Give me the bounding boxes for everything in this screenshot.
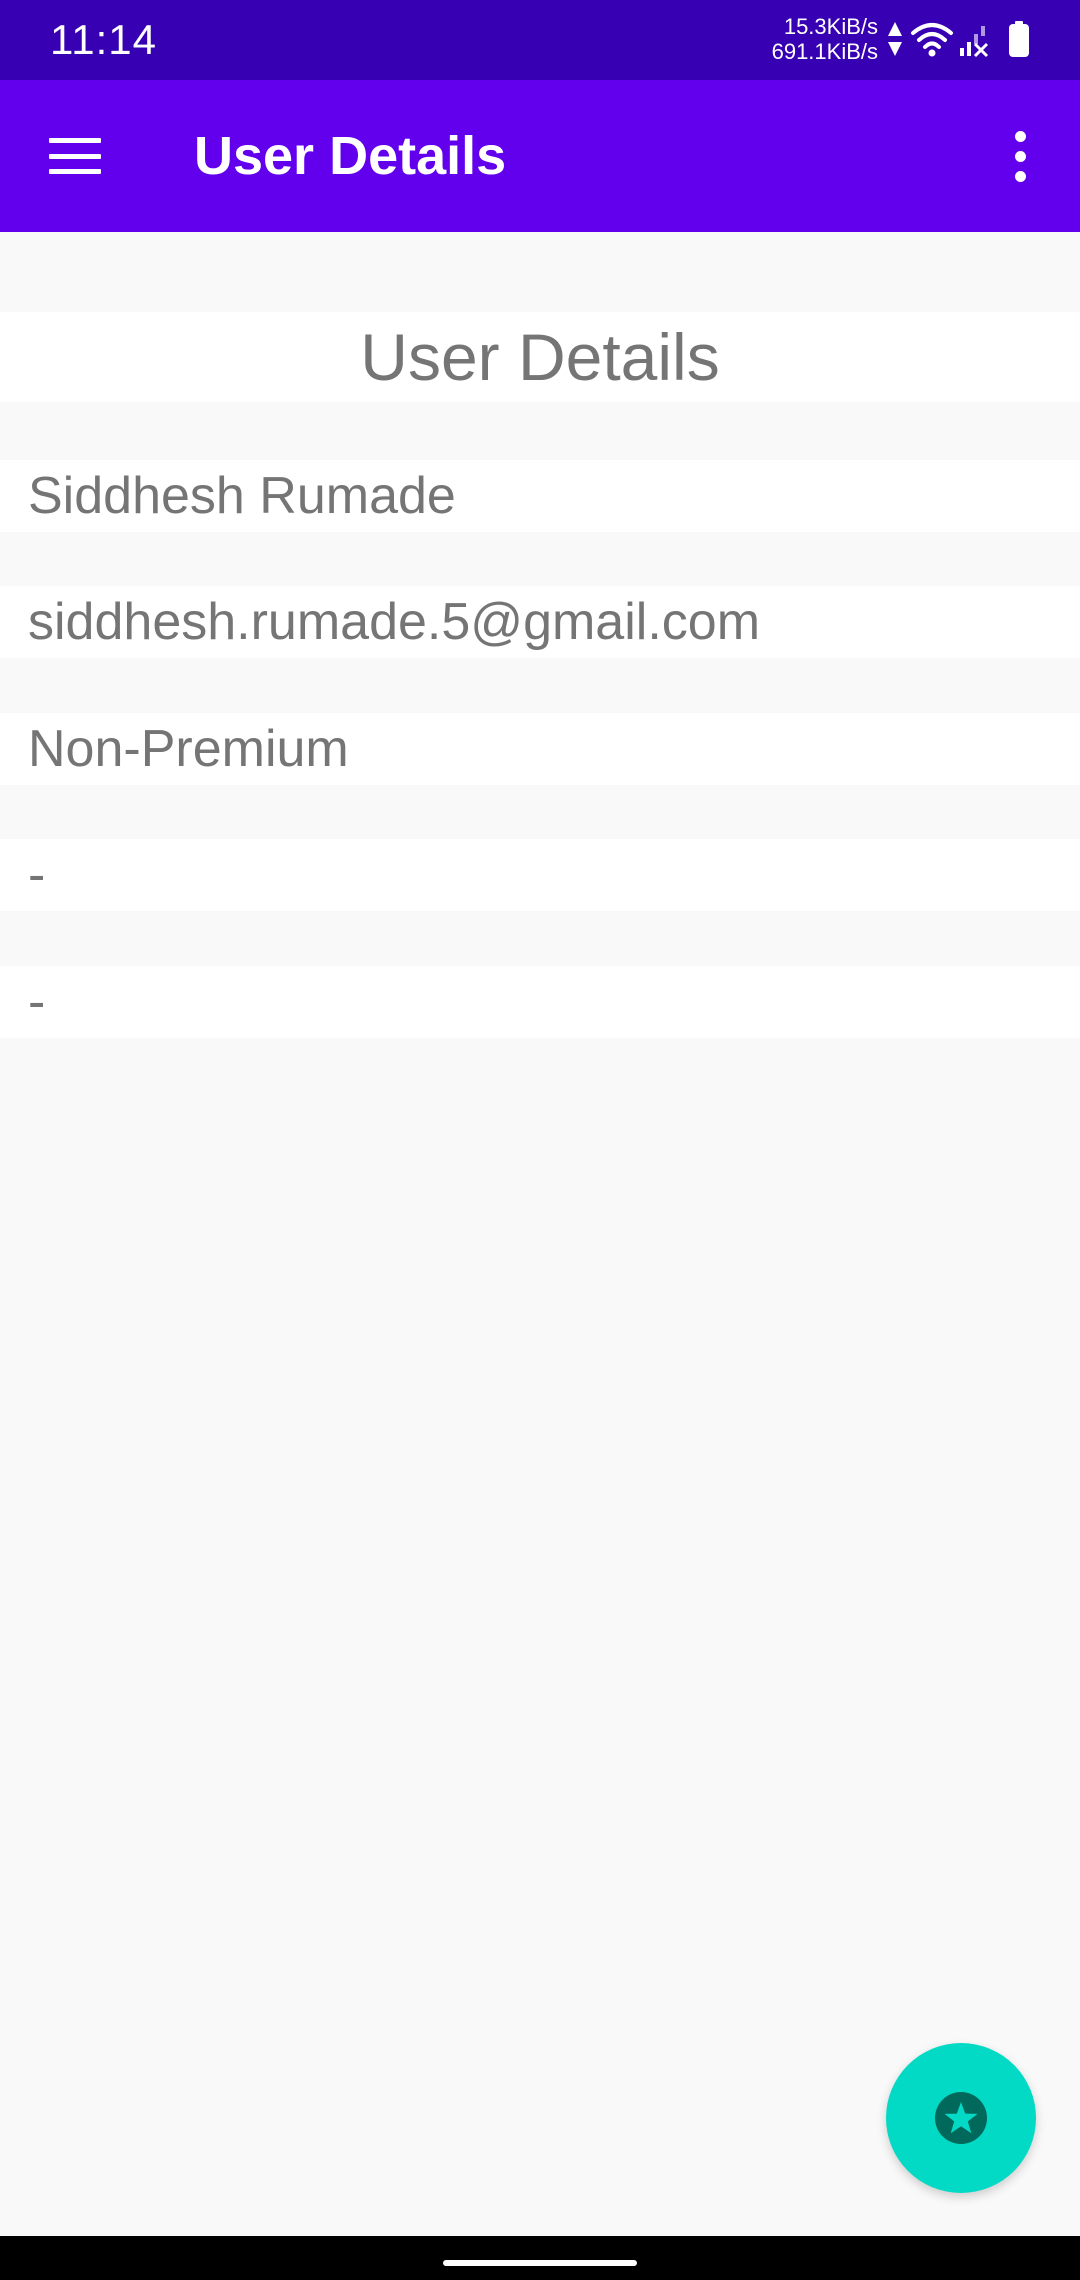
network-speed: 15.3KiB/s 691.1KiB/s xyxy=(772,14,878,64)
navigation-bar xyxy=(0,2236,1080,2280)
status-time: 11:14 xyxy=(50,16,157,63)
upload-speed: 15.3KiB/s xyxy=(783,14,878,39)
signal-no-service-icon xyxy=(960,26,989,58)
hamburger-menu-icon[interactable] xyxy=(30,116,120,196)
user-name: Siddhesh Rumade xyxy=(0,460,1080,532)
fab-button[interactable] xyxy=(886,2043,1036,2193)
membership-status: Non-Premium xyxy=(0,713,1080,785)
download-speed: 691.1KiB/s xyxy=(771,39,878,64)
app-bar: User Details xyxy=(0,80,1080,232)
data-arrows-icon xyxy=(888,22,902,56)
user-email: siddhesh.rumade.5@gmail.com xyxy=(0,586,1080,658)
overflow-menu-icon[interactable] xyxy=(990,116,1050,196)
wifi-icon xyxy=(911,23,953,57)
user-field-5: - xyxy=(0,966,1080,1038)
page-heading: User Details xyxy=(0,312,1080,402)
screen: 11:14 15.3KiB/s 691.1KiB/s User Details … xyxy=(0,0,1080,2280)
status-bar: 11:14 15.3KiB/s 691.1KiB/s xyxy=(0,0,1080,80)
star-badge-icon xyxy=(935,2092,987,2144)
home-gesture-handle[interactable] xyxy=(443,2260,637,2266)
battery-icon xyxy=(1009,21,1029,57)
app-bar-title: User Details xyxy=(194,126,507,186)
user-field-4: - xyxy=(0,839,1080,911)
